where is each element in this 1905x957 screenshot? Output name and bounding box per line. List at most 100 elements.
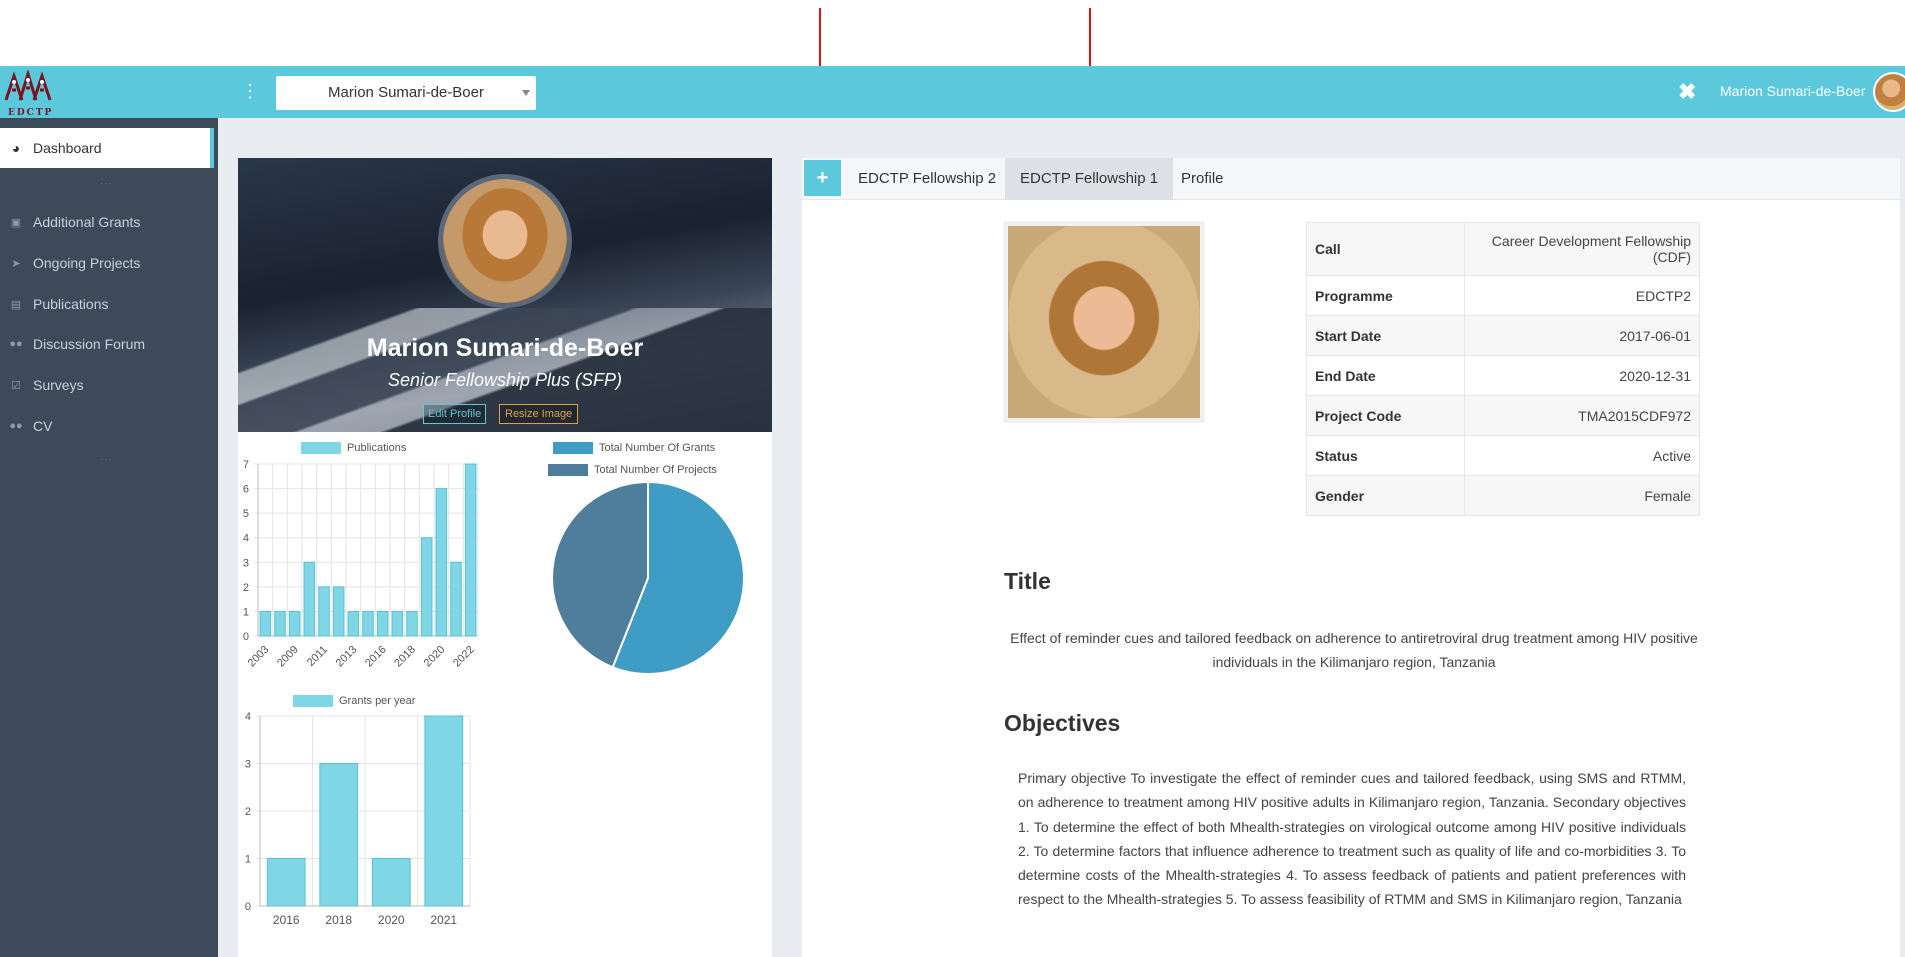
bar [450,561,462,637]
table-row: Call Career Development Fellowship (CDF) [1306,222,1700,276]
table-row: Gender Female [1306,475,1700,516]
tools-icon[interactable]: ✖ [1678,79,1696,105]
resize-image-button[interactable]: Resize Image [499,404,579,424]
bar [391,610,404,637]
y-tick-label: 3 [243,557,249,569]
avatar[interactable] [1873,72,1905,112]
user-name[interactable]: Marion Sumari-de-Boer [1720,83,1866,99]
sidebar: ◕ Dashboard ··· ▣ Additional Grants ➤ On… [0,118,218,957]
legend-swatch [301,442,341,454]
y-tick-label: 0 [245,901,251,913]
fellowship-card: + EDCTP Fellowship 2 EDCTP Fellowship 1 … [802,158,1900,957]
bar [464,463,477,637]
money-icon: ▣ [10,216,22,229]
users-icon: ●● [9,338,23,350]
fellow-photo [1004,222,1204,422]
table-value: 2017-06-01 [1464,315,1700,356]
title-text: Effect of reminder cues and tailored fee… [1010,630,1698,670]
x-tick-label: 2020 [422,644,448,670]
table-key: Project Code [1306,395,1465,436]
users-icon: ●● [9,420,23,432]
sidebar-item-dashboard[interactable]: ◕ Dashboard [8,137,102,159]
table-value: TMA2015CDF972 [1464,395,1700,436]
x-tick-label: 2011 [305,644,330,669]
sidebar-item-label: Ongoing Projects [33,255,141,271]
user-select-value: Marion Sumari-de-Boer [328,84,484,101]
bar [319,763,359,907]
publications-chart: 0 1 2 3 4 5 6 7 2003 2009 2011 2013 2016 2018 2020 2022 [243,459,479,670]
y-tick-label: 2 [245,806,251,818]
sidebar-item-label: Dashboard [33,140,102,156]
table-value: Active [1464,435,1700,476]
sidebar-item-publications[interactable]: ▤ Publications [8,293,109,315]
tab-edctp-fellowship-2[interactable]: EDCTP Fellowship 2 [843,158,1011,200]
bar [274,610,286,637]
table-key: Status [1306,435,1465,476]
table-row: Project Code TMA2015CDF972 [1306,395,1700,436]
table-key: End Date [1306,355,1465,396]
sidebar-item-discussion-forum[interactable]: ●● Discussion Forum [8,333,145,355]
edit-profile-button[interactable]: Edit Profile [423,404,487,424]
table-key: Call [1306,222,1465,276]
edctp-logo[interactable]: EDCTP [4,68,54,118]
sidebar-item-label: Discussion Forum [33,336,146,352]
sidebar-divider: ··· [100,454,113,465]
legend-swatch [553,442,593,454]
y-tick-label: 4 [243,533,249,545]
objectives-text: Primary objective To investigate the eff… [1018,770,1686,908]
profile-subtitle: Senior Fellowship Plus (SFP) [387,370,623,390]
table-key: Start Date [1306,315,1465,356]
sidebar-item-label: CV [33,418,53,434]
sidebar-item-surveys[interactable]: ☑ Surveys [8,374,84,396]
bar [318,586,330,637]
table-key: Gender [1306,475,1465,516]
y-tick-label: 6 [243,484,249,496]
sidebar-toggle-icon[interactable]: ⋮ [241,82,259,100]
table-row: Start Date 2017-06-01 [1306,315,1700,356]
tab-bar: + EDCTP Fellowship 2 EDCTP Fellowship 1 … [802,158,1900,200]
bar [420,537,433,637]
table-value: EDCTP2 [1464,275,1700,316]
tab-profile[interactable]: Profile [1166,158,1239,200]
bar [435,488,448,637]
x-tick-label: 2003 [246,644,272,670]
publications-legend[interactable]: Publications [301,442,406,454]
chevron-down-icon [522,90,530,96]
x-tick-label: 2009 [275,644,301,670]
sidebar-item-additional-grants[interactable]: ▣ Additional Grants [8,211,141,233]
table-row: End Date 2020-12-31 [1306,355,1700,396]
bar [259,610,272,637]
legend-label: Publications [347,442,407,454]
x-tick-label: 2013 [334,644,360,670]
x-tick-label: 2021 [430,913,457,927]
bar [371,858,411,907]
table-value: Career Development Fellowship (CDF) [1464,222,1700,276]
legend-label: Total Number Of Projects [594,464,717,476]
bar [362,610,374,637]
grants-projects-pie-chart [551,480,745,675]
add-tab-button[interactable]: + [804,160,841,196]
grants-legend[interactable]: Total Number Of Grants [553,442,715,454]
user-select-dropdown[interactable]: Marion Sumari-de-Boer [276,76,536,110]
y-tick-label: 7 [243,459,249,471]
bar [406,610,418,637]
sidebar-item-cv[interactable]: ●● CV [8,415,52,437]
y-tick-label: 3 [245,759,251,771]
table-value: Female [1464,475,1700,516]
sidebar-item-ongoing-projects[interactable]: ➤ Ongoing Projects [8,252,140,274]
bar [424,715,464,907]
table-value: 2020-12-31 [1464,355,1700,396]
y-tick-label: 1 [243,606,249,618]
x-tick-label: 2018 [325,913,352,927]
rocket-icon: ➤ [11,257,21,270]
projects-legend[interactable]: Total Number Of Projects [548,464,717,476]
tab-edctp-fellowship-1[interactable]: EDCTP Fellowship 1 [1005,158,1174,200]
logo-text: EDCTP [8,108,54,118]
legend-label: Total Number Of Grants [599,442,716,454]
y-tick-label: 5 [243,508,249,520]
sidebar-item-label: Publications [33,296,109,312]
x-tick-label: 2018 [392,644,418,670]
profile-card: Marion Sumari-de-Boer Senior Fellowship … [238,158,772,957]
profile-name: Marion Sumari-de-Boer [366,334,644,362]
top-navbar: EDCTP ⋮ Marion Sumari-de-Boer ✖ Marion S… [0,66,1905,118]
